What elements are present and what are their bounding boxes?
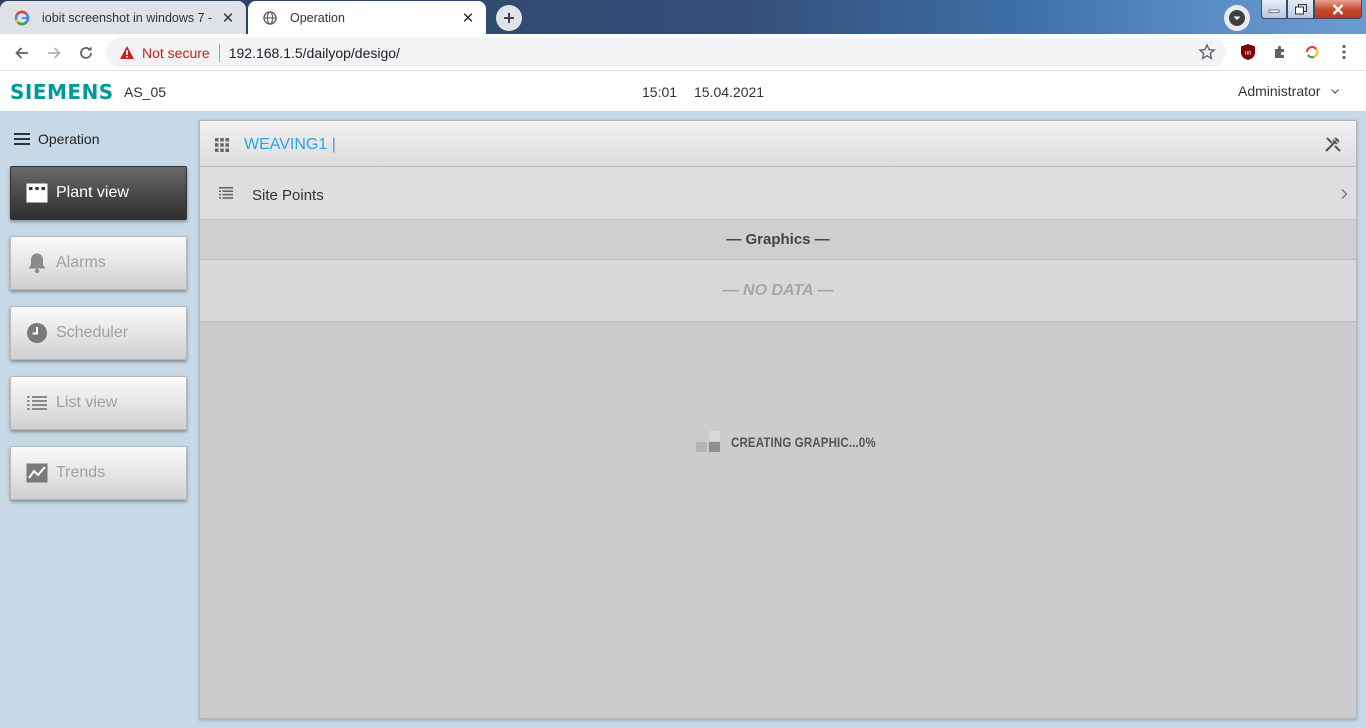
graphics-section-header: — Graphics — — [200, 220, 1356, 260]
url-text[interactable]: 192.168.1.5/dailyop/desigo/ — [229, 45, 400, 61]
user-name: Administrator — [1238, 83, 1321, 99]
sidebar-item-list-view[interactable]: List view — [10, 376, 187, 430]
sidebar-item-label: Plant view — [56, 184, 129, 201]
siemens-logo: SIEMENS — [10, 80, 114, 104]
sidebar-item-label: Scheduler — [56, 324, 129, 341]
sidebar-item-trends[interactable]: Trends — [10, 446, 187, 500]
sidebar-item-plant-view[interactable]: Plant view — [10, 166, 187, 220]
address-bar[interactable]: Not secure 192.168.1.5/dailyop/desigo/ — [106, 38, 1226, 67]
plus-icon — [504, 13, 514, 23]
bookmark-star-icon[interactable] — [1198, 43, 1216, 61]
forward-button[interactable] — [41, 40, 67, 66]
browser-tab-iobit[interactable]: iobit screenshot in windows 7 - G ✕ — [0, 1, 246, 34]
device-name: AS_05 — [124, 84, 167, 100]
loading-status-text: CREATING GRAPHIC...0% — [731, 434, 876, 450]
minimize-window-button[interactable] — [1261, 0, 1287, 19]
warning-icon[interactable] — [118, 44, 136, 62]
current-date: 15.04.2021 — [694, 84, 765, 100]
tools-icon[interactable] — [1324, 135, 1342, 153]
user-menu[interactable]: Administrator — [1238, 83, 1340, 99]
address-separator — [218, 43, 220, 62]
browser-toolbar: Not secure 192.168.1.5/dailyop/desigo/ u… — [0, 34, 1366, 71]
google-icon — [14, 10, 30, 26]
current-time: 15:01 — [642, 84, 678, 100]
loading-blocks-icon — [696, 431, 720, 453]
sidebar-item-label: List view — [56, 394, 118, 411]
page-title[interactable]: WEAVING1 | — [244, 136, 336, 154]
close-tab-icon[interactable]: ✕ — [456, 6, 480, 30]
panel-header: WEAVING1 | — [200, 121, 1356, 167]
reload-button[interactable] — [73, 40, 99, 66]
browser-menu-icon[interactable] — [1334, 42, 1354, 62]
loading-indicator: CREATING GRAPHIC...0% — [696, 431, 908, 453]
sidebar-header[interactable]: Operation — [14, 131, 99, 147]
chevron-right-icon — [1341, 189, 1348, 199]
list-icon — [26, 392, 48, 414]
site-points-row[interactable]: Site Points — [200, 167, 1356, 220]
profile-menu-button[interactable] — [1224, 5, 1250, 31]
tab-title: Operation — [290, 10, 345, 25]
trend-chart-icon — [26, 462, 48, 484]
sidebar-item-alarms[interactable]: Alarms — [10, 236, 187, 290]
app-header: SIEMENS AS_05 15:01 15.04.2021 Administr… — [0, 71, 1366, 111]
chevron-down-circle-icon — [1229, 10, 1245, 26]
plant-view-panel: WEAVING1 | Site Points — Graphics — — NO… — [199, 120, 1357, 719]
bell-icon — [26, 252, 48, 274]
clock-icon — [26, 322, 48, 344]
globe-icon — [262, 10, 278, 26]
site-points-label: Site Points — [252, 187, 324, 204]
browser-tab-strip: iobit screenshot in windows 7 - G ✕ Oper… — [0, 0, 1366, 34]
sidebar-item-scheduler[interactable]: Scheduler — [10, 306, 187, 360]
new-tab-button[interactable] — [496, 5, 522, 31]
tab-title: iobit screenshot in windows 7 - G — [42, 10, 216, 25]
no-data-message: — NO DATA — — [200, 260, 1356, 322]
back-button[interactable] — [9, 40, 35, 66]
site-points-list-icon — [219, 187, 233, 199]
close-icon — [1332, 3, 1344, 15]
svg-text:uo: uo — [1245, 51, 1252, 57]
close-window-button[interactable] — [1314, 0, 1362, 19]
minimize-icon — [1268, 9, 1280, 13]
maximize-window-button[interactable] — [1287, 0, 1314, 19]
ublock-extension-icon[interactable]: uo — [1238, 42, 1258, 62]
security-status[interactable]: Not secure — [142, 45, 210, 61]
extensions-puzzle-icon[interactable] — [1270, 42, 1290, 62]
arrow-left-icon — [15, 47, 28, 59]
browser-tab-operation[interactable]: Operation ✕ — [248, 1, 486, 34]
grid-menu-icon[interactable] — [215, 138, 229, 152]
reload-icon — [80, 46, 92, 59]
arrow-right-icon — [48, 47, 61, 59]
plant-view-icon — [26, 182, 48, 204]
sidebar-item-label: Trends — [56, 464, 106, 481]
colorful-extension-icon[interactable] — [1302, 42, 1322, 62]
sidebar-title: Operation — [38, 131, 100, 147]
hamburger-menu-icon[interactable] — [14, 133, 30, 145]
close-tab-icon[interactable]: ✕ — [216, 6, 240, 30]
sidebar-item-label: Alarms — [56, 254, 106, 271]
chevron-down-icon — [1331, 89, 1340, 94]
restore-icon — [1294, 3, 1307, 14]
